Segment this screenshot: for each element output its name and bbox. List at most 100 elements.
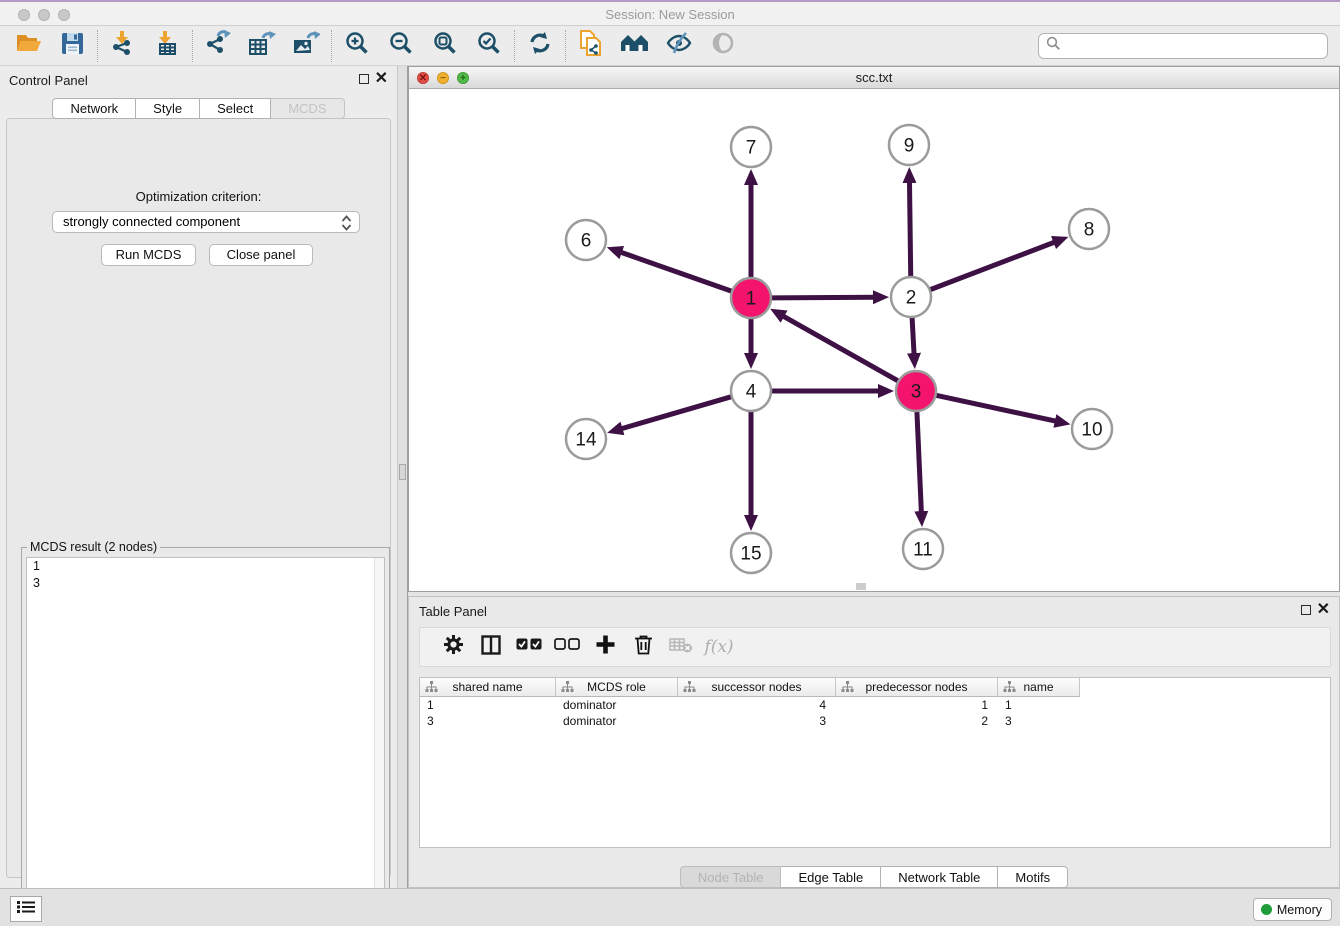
- edge-2-9[interactable]: [909, 180, 910, 277]
- table-panel: Table Panel ✕ f(x) shared nameMCDS roles: [408, 596, 1340, 888]
- tab-select[interactable]: Select: [200, 98, 271, 119]
- table-row[interactable]: 1dominator411: [420, 697, 1330, 713]
- search-box[interactable]: [1038, 33, 1328, 59]
- export-network-icon: [205, 30, 232, 61]
- optimization-criterion-select[interactable]: strongly connected component: [52, 211, 360, 233]
- select-all-button[interactable]: [510, 630, 548, 664]
- node-8[interactable]: 8: [1069, 209, 1109, 249]
- panel-splitter[interactable]: [397, 66, 408, 888]
- checked-boxes-icon: [516, 638, 542, 656]
- column-header-name[interactable]: name: [998, 678, 1080, 697]
- column-header-predecessor-nodes[interactable]: predecessor nodes: [836, 678, 998, 697]
- edge-1-2[interactable]: [771, 297, 876, 298]
- gear-icon: [443, 634, 464, 660]
- tab-network[interactable]: Network: [52, 98, 136, 119]
- node-4[interactable]: 4: [731, 371, 771, 411]
- open-session-button[interactable]: [6, 28, 50, 64]
- save-session-button[interactable]: [50, 28, 94, 64]
- memory-button[interactable]: Memory: [1253, 898, 1332, 921]
- delete-table-button[interactable]: [662, 630, 700, 664]
- cell-name[interactable]: 3: [998, 713, 1080, 729]
- node-6[interactable]: 6: [566, 220, 606, 260]
- cell-successor-nodes[interactable]: 3: [678, 713, 836, 729]
- deselect-all-button[interactable]: [548, 630, 586, 664]
- node-7[interactable]: 7: [731, 127, 771, 167]
- canvas-scrollbar-thumb[interactable]: [856, 583, 866, 590]
- cell-predecessor-nodes[interactable]: 1: [836, 697, 998, 713]
- cell-shared-name[interactable]: 1: [420, 697, 556, 713]
- edge-2-8[interactable]: [930, 241, 1057, 289]
- cell-successor-nodes[interactable]: 4: [678, 697, 836, 713]
- hide-panels-button[interactable]: [657, 28, 701, 64]
- tab-node-table[interactable]: Node Table: [680, 866, 782, 888]
- table-panel-close-icon[interactable]: ✕: [1317, 600, 1330, 620]
- table-panel-title: Table Panel: [419, 604, 487, 619]
- zoom-selected-button[interactable]: [467, 28, 511, 64]
- node-3[interactable]: 3: [896, 371, 936, 411]
- zoom-fit-button[interactable]: [423, 28, 467, 64]
- export-table-button[interactable]: [240, 28, 284, 64]
- cell-predecessor-nodes[interactable]: 2: [836, 713, 998, 729]
- table-row[interactable]: 3dominator323: [420, 713, 1330, 729]
- node-11[interactable]: 11: [903, 529, 943, 569]
- network-graph: 7 9 6 8 1 2 4 3 14 10 15 11: [409, 89, 1339, 591]
- zoom-out-button[interactable]: [379, 28, 423, 64]
- node-14[interactable]: 14: [566, 419, 606, 459]
- cell-mcds-role[interactable]: dominator: [556, 697, 678, 713]
- result-item[interactable]: 1: [27, 558, 384, 575]
- zoom-in-button[interactable]: [335, 28, 379, 64]
- network-canvas[interactable]: 7 9 6 8 1 2 4 3 14 10 15 11: [409, 89, 1339, 591]
- cell-name[interactable]: 1: [998, 697, 1080, 713]
- node-2[interactable]: 2: [891, 277, 931, 317]
- function-builder-button[interactable]: f(x): [700, 630, 738, 664]
- column-header-successor-nodes[interactable]: successor nodes: [678, 678, 836, 697]
- network-window-titlebar[interactable]: ✕ − + scc.txt: [409, 67, 1339, 89]
- node-10[interactable]: 10: [1072, 409, 1112, 449]
- import-table-button[interactable]: [145, 28, 189, 64]
- tab-edge-table[interactable]: Edge Table: [781, 866, 881, 888]
- tab-style[interactable]: Style: [136, 98, 200, 119]
- result-scrollbar[interactable]: [374, 558, 384, 918]
- tab-mcds[interactable]: MCDS: [271, 98, 344, 119]
- refresh-layout-button[interactable]: [518, 28, 562, 64]
- edge-2-3[interactable]: [912, 317, 914, 356]
- edge-3-1[interactable]: [781, 315, 898, 381]
- export-network-button[interactable]: [196, 28, 240, 64]
- table-options-button[interactable]: [434, 630, 472, 664]
- search-input[interactable]: [1061, 35, 1327, 57]
- plus-icon: [596, 635, 615, 659]
- delete-column-button[interactable]: [624, 630, 662, 664]
- tab-motifs[interactable]: Motifs: [998, 866, 1068, 888]
- import-network-button[interactable]: [101, 28, 145, 64]
- add-column-button[interactable]: [586, 630, 624, 664]
- preview-button[interactable]: [701, 28, 745, 64]
- zoom-in-icon: [345, 31, 370, 61]
- node-1[interactable]: 1: [731, 278, 771, 318]
- close-panel-button[interactable]: Close panel: [209, 244, 313, 266]
- mcds-panel: Optimization criterion: strongly connect…: [6, 118, 391, 878]
- control-panel-float-button[interactable]: [359, 74, 369, 84]
- splitter-handle-icon[interactable]: [399, 464, 406, 480]
- duplicate-network-button[interactable]: [569, 28, 613, 64]
- edge-3-11[interactable]: [917, 411, 922, 514]
- edge-4-14[interactable]: [620, 397, 732, 430]
- export-image-button[interactable]: [284, 28, 328, 64]
- edge-1-6[interactable]: [619, 252, 732, 292]
- tab-network-table[interactable]: Network Table: [881, 866, 998, 888]
- node-15[interactable]: 15: [731, 533, 771, 573]
- show-panel-list-button[interactable]: [10, 896, 42, 922]
- node-9[interactable]: 9: [889, 125, 929, 165]
- column-header-mcds-role[interactable]: MCDS role: [556, 678, 678, 697]
- show-columns-button[interactable]: [472, 630, 510, 664]
- mcds-result-list[interactable]: 13: [26, 557, 385, 919]
- control-panel-close-icon[interactable]: ✕: [375, 69, 388, 89]
- cell-mcds-role[interactable]: dominator: [556, 713, 678, 729]
- result-item[interactable]: 3: [27, 575, 384, 592]
- home-button[interactable]: [613, 28, 657, 64]
- column-header-shared-name[interactable]: shared name: [420, 678, 556, 697]
- run-mcds-button[interactable]: Run MCDS: [101, 244, 196, 266]
- node-table[interactable]: shared nameMCDS rolesuccessor nodesprede…: [419, 677, 1331, 848]
- table-panel-float-button[interactable]: [1301, 605, 1311, 615]
- cell-shared-name[interactable]: 3: [420, 713, 556, 729]
- edge-3-10[interactable]: [936, 395, 1058, 421]
